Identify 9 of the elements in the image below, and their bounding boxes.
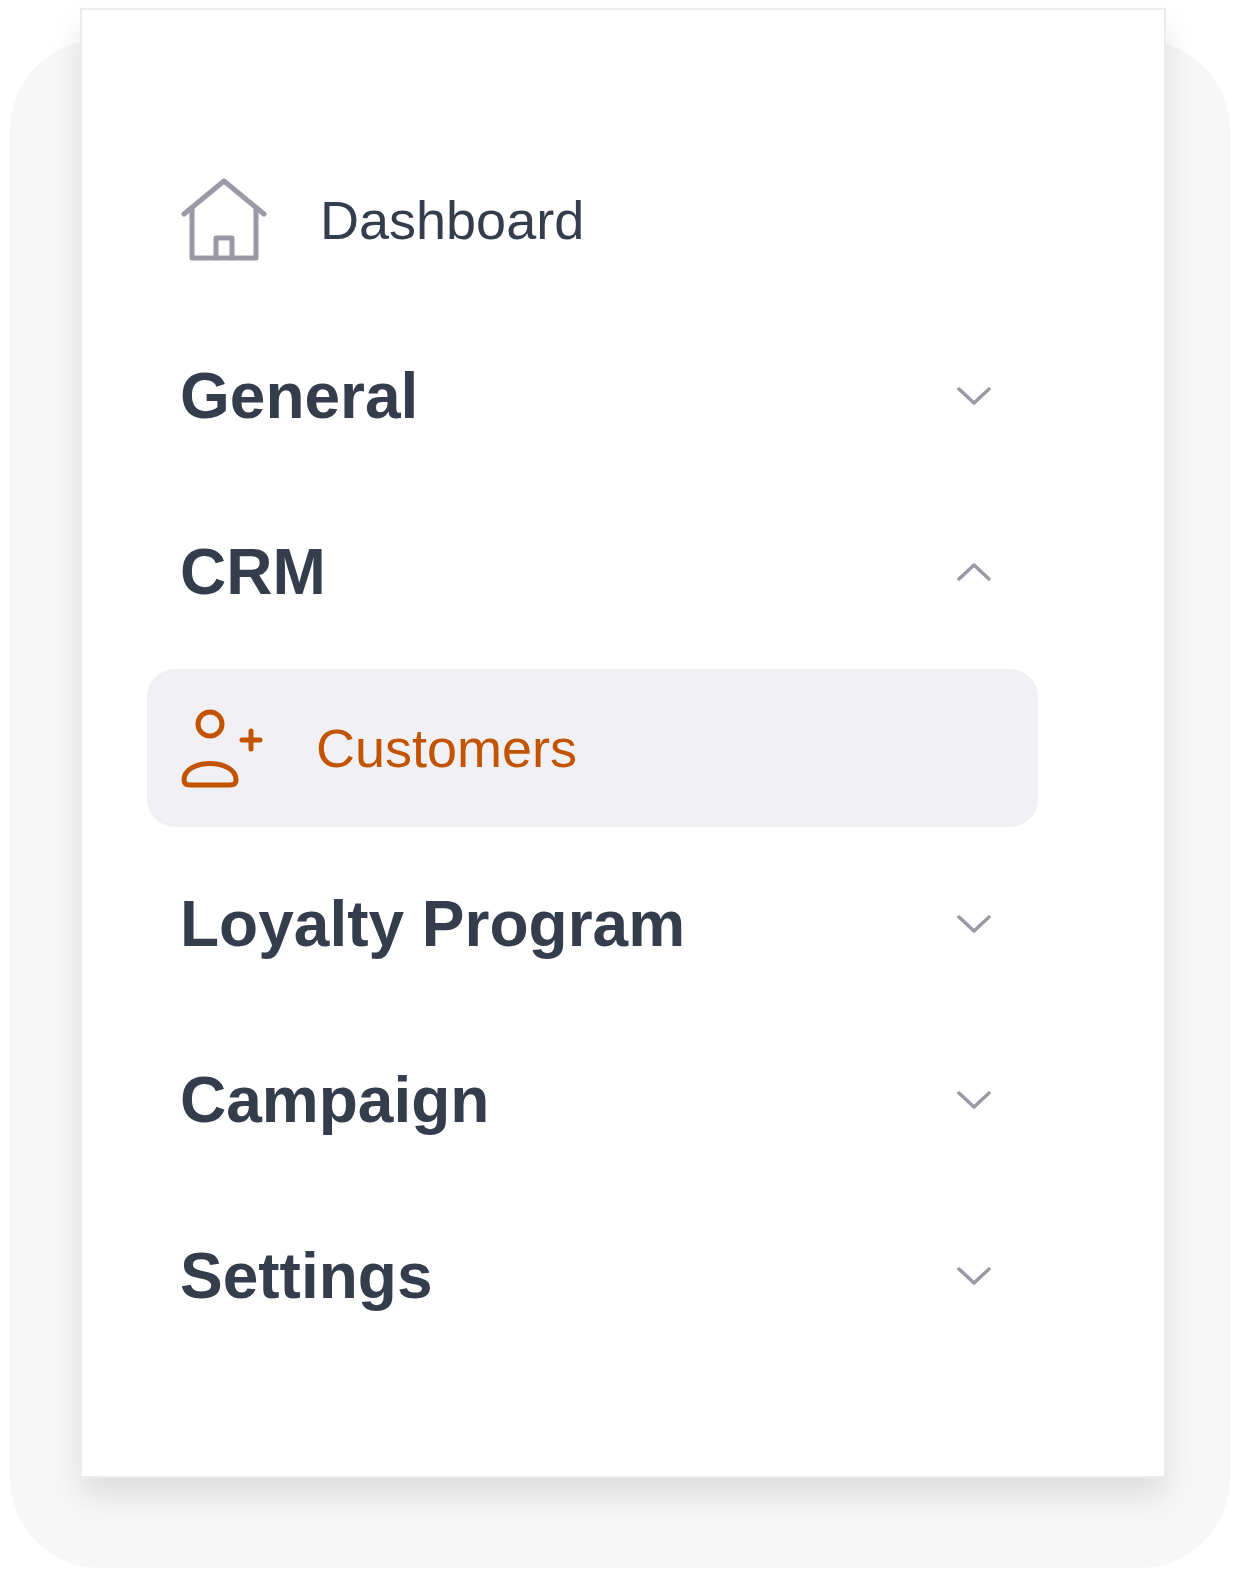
nav-item[interactable]: Dashboard (147, 141, 1038, 299)
nav-section-header[interactable]: Loyalty Program (147, 845, 1038, 1003)
nav-item[interactable]: Customers (147, 669, 1038, 827)
nav-section-header[interactable]: CRM (147, 493, 1038, 651)
nav-section-header[interactable]: General (147, 317, 1038, 475)
nav-section-header[interactable]: Campaign (147, 1021, 1038, 1179)
add-user-icon (180, 708, 264, 788)
home-icon (180, 178, 268, 262)
nav-section-header[interactable]: Settings (147, 1197, 1038, 1355)
